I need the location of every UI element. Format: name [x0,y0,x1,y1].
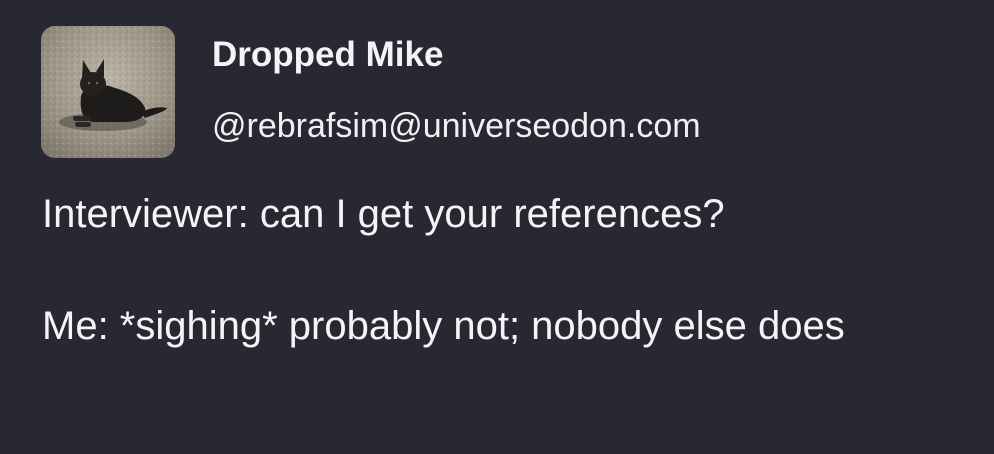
author-display-name[interactable]: Dropped Mike [212,33,443,77]
avatar[interactable] [41,26,175,158]
cat-photo-avatar-icon [41,26,175,158]
post-paragraph: Me: *sighing* probably not; nobody else … [42,304,845,348]
post-paragraph: Interviewer: can I get your references? [42,192,725,236]
post-card: Dropped Mike @rebrafsim@universeodon.com… [0,0,994,454]
author-handle[interactable]: @rebrafsim@universeodon.com [212,104,701,148]
post-body: Interviewer: can I get your references? … [42,186,972,354]
